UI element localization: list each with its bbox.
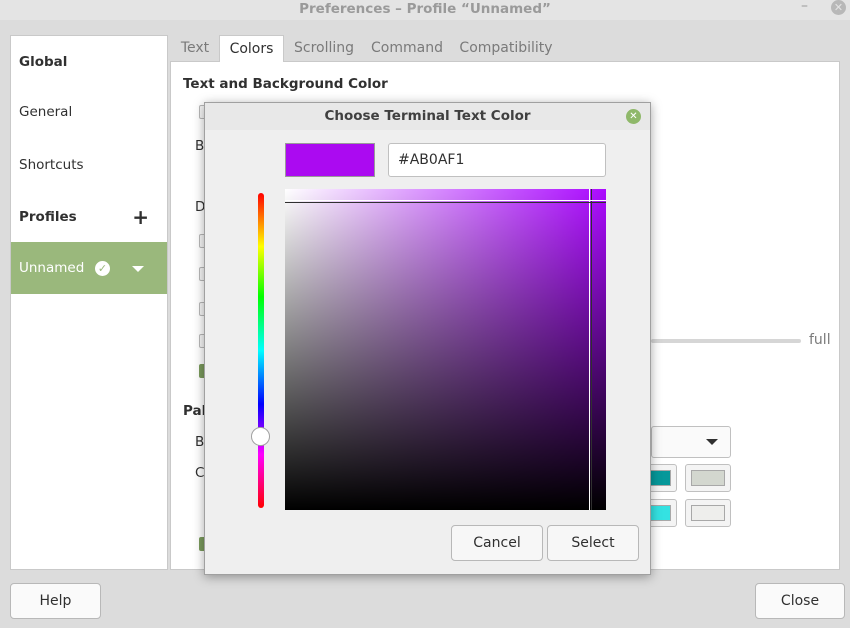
color-chooser-dialog: Choose Terminal Text Color ✕ Cancel Sele… — [204, 102, 651, 575]
sidebar-item-label: Profiles — [19, 209, 77, 225]
transparency-slider[interactable] — [651, 339, 801, 343]
slider-max-label: full — [809, 332, 831, 348]
tab-scrolling[interactable]: Scrolling — [290, 35, 358, 62]
window-title: Preferences – Profile “Unnamed” — [299, 1, 551, 17]
tab-text[interactable]: Text — [174, 35, 216, 62]
color-preview-swatch — [285, 143, 375, 177]
section-title: Text and Background Color — [183, 76, 388, 92]
sv-crosshair-vertical — [589, 189, 592, 510]
tab-command[interactable]: Command — [368, 35, 446, 62]
partial-label: B — [195, 434, 205, 450]
palette-color-button[interactable] — [685, 464, 731, 492]
dialog-close-icon[interactable]: ✕ — [626, 109, 641, 124]
help-button[interactable]: Help — [10, 583, 101, 619]
cancel-button[interactable]: Cancel — [451, 525, 543, 561]
select-button[interactable]: Select — [547, 525, 639, 561]
sidebar-item-general[interactable]: General — [11, 86, 167, 138]
profile-menu-chevron-down-icon[interactable] — [132, 266, 144, 272]
sidebar-item-shortcuts[interactable]: Shortcuts — [11, 139, 167, 191]
tab-compatibility[interactable]: Compatibility — [456, 35, 556, 62]
sidebar-item-label: Unnamed — [19, 260, 85, 276]
sidebar-item-label: Shortcuts — [19, 157, 84, 173]
sidebar-item-profile-unnamed[interactable]: Unnamed ✓ — [11, 242, 167, 294]
sv-crosshair-horizontal — [285, 200, 606, 203]
default-profile-check-icon: ✓ — [95, 261, 110, 276]
sv-black-layer — [285, 189, 606, 510]
sidebar-item-label: Global — [19, 54, 68, 70]
chevron-down-icon — [706, 439, 718, 445]
palette-section-title: Pal — [183, 403, 207, 419]
add-profile-icon[interactable]: + — [132, 191, 149, 243]
sidebar: Global General Shortcuts Profiles + Unna… — [10, 35, 168, 570]
color-swatch — [691, 470, 725, 486]
saturation-value-plane[interactable] — [285, 189, 606, 510]
tab-colors[interactable]: Colors — [219, 35, 284, 62]
hex-color-input[interactable] — [388, 143, 606, 177]
window-titlebar: Preferences – Profile “Unnamed” – ✕ — [0, 0, 850, 20]
palette-scheme-select[interactable] — [651, 426, 731, 458]
hue-slider[interactable] — [258, 193, 264, 508]
hue-slider-handle[interactable] — [251, 427, 270, 446]
color-swatch — [691, 505, 725, 521]
palette-color-button[interactable] — [685, 499, 731, 527]
close-button[interactable]: Close — [755, 583, 845, 619]
window-close-icon[interactable]: ✕ — [831, 0, 846, 15]
dialog-title: Choose Terminal Text Color — [205, 103, 650, 130]
sidebar-item-global: Global — [11, 36, 167, 88]
sidebar-item-profiles: Profiles + — [11, 191, 167, 243]
sidebar-item-label: General — [19, 104, 73, 120]
minimize-icon[interactable]: – — [801, 0, 808, 14]
partial-label: B — [195, 138, 205, 154]
